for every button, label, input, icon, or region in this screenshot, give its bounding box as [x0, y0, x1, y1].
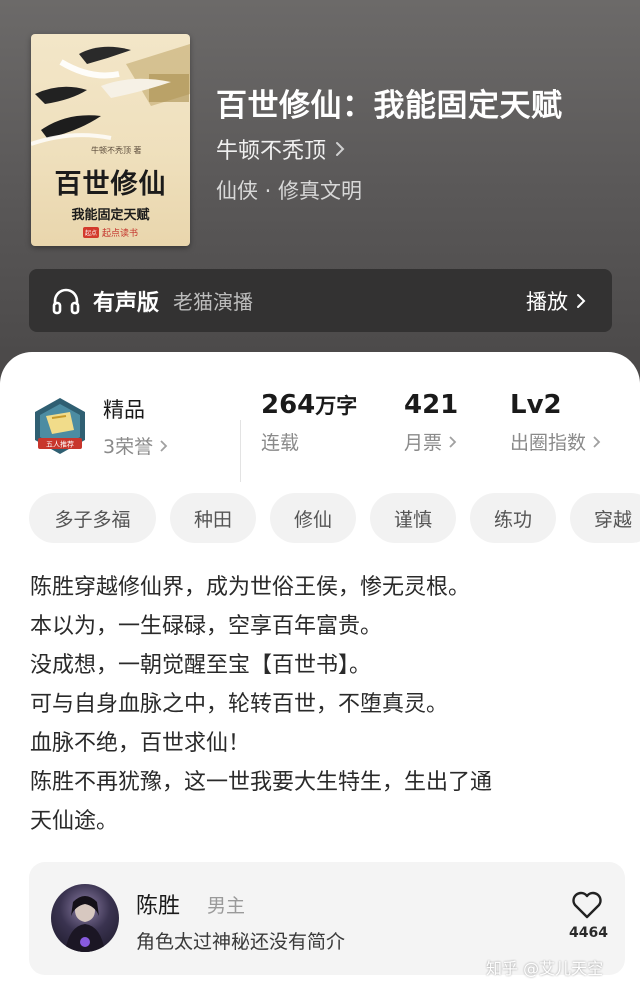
description-line: 可与自身血脉之中，轮转百世，不堕真灵。	[30, 692, 449, 717]
character-role: 男主	[207, 895, 246, 917]
watermark: 知乎 @艾儿天空	[486, 959, 604, 978]
description-line: 本以为，一生碌碌，空享百年富贵。	[30, 614, 383, 639]
quality-label: 精品	[103, 398, 145, 422]
tag-list: 多子多福 种田 修仙 谨慎 练功 穿越	[29, 493, 640, 543]
chevron-right-icon	[449, 435, 457, 448]
genre-label[interactable]: 仙侠 · 修真文明	[216, 175, 362, 205]
book-description[interactable]: 陈胜穿越修仙界，成为世俗王侯，惨无灵根。 本以为，一生碌碌，空享百年富贵。 没成…	[30, 568, 610, 841]
cover-title: 百世修仙	[54, 169, 167, 200]
monthly-votes-stat[interactable]: 421 月票	[404, 390, 458, 455]
publisher-name: 起点读书	[102, 229, 139, 239]
tag-chip[interactable]: 多子多福	[29, 493, 156, 543]
headphones-icon	[52, 288, 80, 314]
monthly-votes-value: 421	[404, 390, 459, 420]
character-avatar	[51, 884, 119, 952]
stats-row: 五人推荐 精品 3荣誉 264万字 连载 421 月票 Lv2 出圈指数	[0, 384, 640, 482]
chevron-right-icon	[336, 142, 345, 156]
cover-author: 牛顿不秃顶 著	[91, 146, 142, 155]
book-header: 牛顿不秃顶 著 百世修仙 我能固定天赋 起点 起点读书 百世修仙：我能固定天赋 …	[0, 0, 640, 400]
cover-publisher: 起点 起点读书	[83, 226, 138, 239]
tag-chip[interactable]: 谨慎	[370, 493, 456, 543]
description-line: 陈胜不再犹豫，这一世我要大生特生，生出了通	[30, 770, 493, 795]
chevron-right-icon	[577, 294, 586, 308]
description-line: 陈胜穿越修仙界，成为世俗王侯，惨无灵根。	[30, 575, 471, 600]
description-line: 血脉不绝，百世求仙！	[30, 731, 251, 756]
play-button[interactable]: 播放	[526, 286, 586, 316]
details-panel: 五人推荐 精品 3荣誉 264万字 连载 421 月票 Lv2 出圈指数 多子多…	[0, 352, 640, 988]
character-portrait	[65, 896, 105, 952]
author-link[interactable]: 牛顿不秃顶	[216, 133, 346, 165]
word-count-value: 264	[261, 390, 316, 420]
audio-narrator: 老猫演播	[173, 290, 254, 314]
book-cover[interactable]: 牛顿不秃顶 著 百世修仙 我能固定天赋 起点 起点读书	[31, 34, 190, 246]
quality-stat[interactable]: 精品 3荣誉	[103, 394, 168, 459]
level-label: 出圈指数	[510, 432, 587, 454]
tag-chip[interactable]: 种田	[170, 493, 256, 543]
popularity-stat[interactable]: Lv2 出圈指数	[510, 390, 601, 455]
audio-version-bar[interactable]: 有声版 老猫演播 播放	[29, 269, 612, 332]
description-line: 天仙途。	[30, 809, 119, 834]
tag-chip[interactable]: 穿越	[570, 493, 640, 543]
chevron-right-icon	[593, 435, 601, 448]
author-name: 牛顿不秃顶	[216, 139, 327, 164]
serial-status: 连载	[261, 432, 300, 454]
level-value: Lv2	[510, 390, 562, 420]
word-count-unit: 万字	[315, 394, 358, 418]
monthly-votes-label: 月票	[404, 432, 443, 454]
character-intro: 角色太过神秘还没有简介	[136, 931, 346, 953]
cover-subtitle: 我能固定天赋	[71, 208, 150, 223]
audio-label: 有声版	[93, 290, 160, 316]
publisher-badge: 起点	[83, 227, 100, 238]
tag-chip[interactable]: 修仙	[270, 493, 356, 543]
book-title: 百世修仙：我能固定天赋	[216, 88, 563, 124]
description-line: 没成想，一朝觉醒至宝【百世书】。	[30, 653, 372, 678]
honors-link: 3荣誉	[103, 432, 168, 459]
heart-icon	[572, 891, 602, 919]
play-label: 播放	[526, 290, 568, 314]
word-count-stat: 264万字 连载	[261, 390, 357, 455]
divider	[240, 420, 241, 482]
emblem-text: 五人推荐	[46, 440, 74, 449]
tag-chip[interactable]: 练功	[470, 493, 556, 543]
honors-count: 3荣誉	[103, 436, 154, 458]
quality-emblem-icon: 五人推荐	[35, 398, 85, 454]
like-count: 4464	[569, 925, 608, 941]
character-name: 陈胜	[136, 894, 181, 919]
chevron-right-icon	[160, 439, 168, 452]
like-button[interactable]: 4464	[569, 891, 608, 961]
